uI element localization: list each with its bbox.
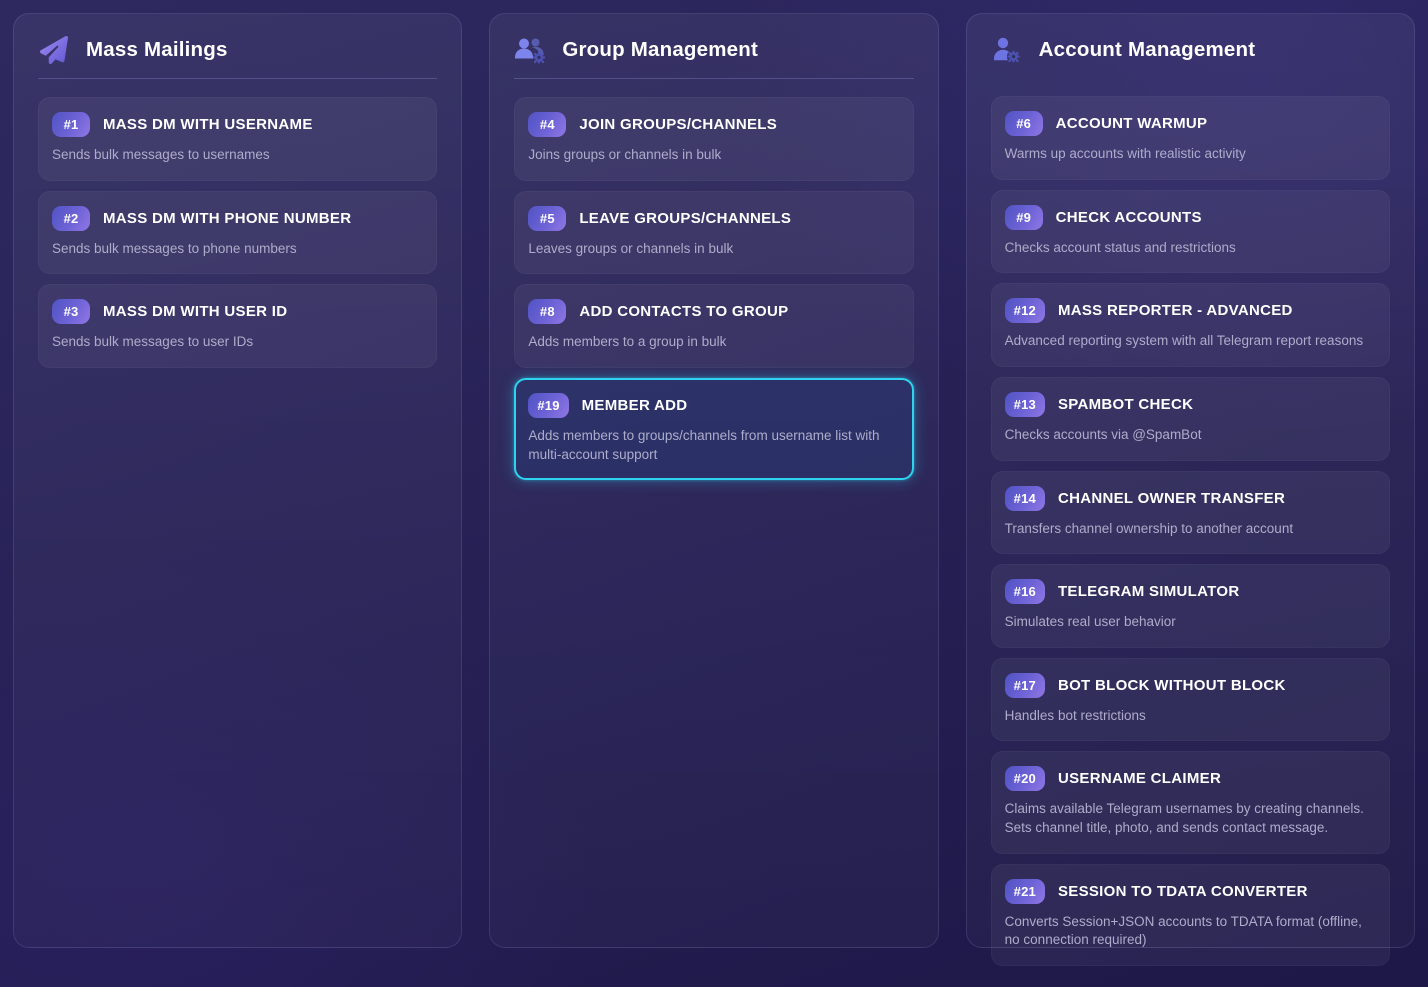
- tool-card-header: #5 LEAVE GROUPS/CHANNELS: [528, 206, 899, 231]
- tool-card-header: #17 BOT BLOCK WITHOUT BLOCK: [1005, 673, 1376, 698]
- tool-card-header: #1 MASS DM WITH USERNAME: [52, 112, 423, 137]
- tool-card[interactable]: #13 SPAMBOT CHECK Checks accounts via @S…: [991, 377, 1390, 461]
- category-panel-group-management: Group Management #4 JOIN GROUPS/CHANNELS…: [489, 13, 938, 948]
- tool-description: Simulates real user behavior: [1005, 613, 1376, 632]
- tool-card-header: #19 MEMBER ADD: [528, 393, 899, 418]
- tool-card[interactable]: #5 LEAVE GROUPS/CHANNELS Leaves groups o…: [514, 191, 913, 275]
- card-list: #1 MASS DM WITH USERNAME Sends bulk mess…: [38, 97, 437, 368]
- tool-title: LEAVE GROUPS/CHANNELS: [579, 210, 791, 227]
- tool-title: CHECK ACCOUNTS: [1056, 209, 1202, 226]
- tool-number-badge: #8: [528, 299, 566, 324]
- tool-card[interactable]: #4 JOIN GROUPS/CHANNELS Joins groups or …: [514, 97, 913, 181]
- divider: [38, 78, 437, 79]
- tool-number-badge: #2: [52, 206, 90, 231]
- tool-description: Transfers channel ownership to another a…: [1005, 520, 1376, 539]
- tool-card[interactable]: #1 MASS DM WITH USERNAME Sends bulk mess…: [38, 97, 437, 181]
- tool-description: Joins groups or channels in bulk: [528, 146, 899, 165]
- tool-number-badge: #21: [1005, 879, 1045, 904]
- user-gear-icon: [991, 36, 1023, 64]
- category-header: Group Management: [514, 36, 913, 64]
- card-list: #6 ACCOUNT WARMUP Warms up accounts with…: [991, 96, 1390, 966]
- tool-title: JOIN GROUPS/CHANNELS: [579, 116, 777, 133]
- tool-number-badge: #4: [528, 112, 566, 137]
- category-title: Mass Mailings: [86, 38, 228, 62]
- tool-card-header: #2 MASS DM WITH PHONE NUMBER: [52, 206, 423, 231]
- tool-title: ACCOUNT WARMUP: [1056, 115, 1208, 132]
- tool-description: Adds members to groups/channels from use…: [528, 427, 899, 464]
- paper-plane-icon: [38, 36, 70, 64]
- tool-description: Sends bulk messages to user IDs: [52, 333, 423, 352]
- tool-description: Claims available Telegram usernames by c…: [1005, 800, 1376, 837]
- tool-card[interactable]: #21 SESSION TO TDATA CONVERTER Converts …: [991, 864, 1390, 966]
- tool-number-badge: #17: [1005, 673, 1045, 698]
- tool-description: Leaves groups or channels in bulk: [528, 240, 899, 259]
- tool-card-header: #4 JOIN GROUPS/CHANNELS: [528, 112, 899, 137]
- category-title: Account Management: [1039, 38, 1256, 62]
- divider: [514, 78, 913, 79]
- tool-card[interactable]: #12 MASS REPORTER - ADVANCED Advanced re…: [991, 283, 1390, 367]
- tool-card[interactable]: #17 BOT BLOCK WITHOUT BLOCK Handles bot …: [991, 658, 1390, 742]
- tool-card[interactable]: #9 CHECK ACCOUNTS Checks account status …: [991, 190, 1390, 274]
- tool-description: Sends bulk messages to phone numbers: [52, 240, 423, 259]
- tool-card-header: #14 CHANNEL OWNER TRANSFER: [1005, 486, 1376, 511]
- tool-description: Checks accounts via @SpamBot: [1005, 426, 1376, 445]
- tool-description: Warms up accounts with realistic activit…: [1005, 145, 1376, 164]
- tool-number-badge: #19: [528, 393, 568, 418]
- tool-card-header: #20 USERNAME CLAIMER: [1005, 766, 1376, 791]
- tool-title: CHANNEL OWNER TRANSFER: [1058, 490, 1285, 507]
- tool-number-badge: #14: [1005, 486, 1045, 511]
- tool-card[interactable]: #8 ADD CONTACTS TO GROUP Adds members to…: [514, 284, 913, 368]
- tool-card[interactable]: #16 TELEGRAM SIMULATOR Simulates real us…: [991, 564, 1390, 648]
- tool-description: Advanced reporting system with all Teleg…: [1005, 332, 1376, 351]
- tool-number-badge: #12: [1005, 298, 1045, 323]
- users-gear-icon: [514, 36, 546, 64]
- tool-description: Converts Session+JSON accounts to TDATA …: [1005, 913, 1376, 950]
- tool-title: TELEGRAM SIMULATOR: [1058, 583, 1240, 600]
- tool-description: Handles bot restrictions: [1005, 707, 1376, 726]
- tool-number-badge: #20: [1005, 766, 1045, 791]
- tool-title: MASS DM WITH PHONE NUMBER: [103, 210, 351, 227]
- tool-title: USERNAME CLAIMER: [1058, 770, 1221, 787]
- tool-description: Checks account status and restrictions: [1005, 239, 1376, 258]
- tool-number-badge: #3: [52, 299, 90, 324]
- tool-title: SESSION TO TDATA CONVERTER: [1058, 883, 1308, 900]
- tool-card[interactable]: #19 MEMBER ADD Adds members to groups/ch…: [514, 378, 913, 480]
- tool-number-badge: #1: [52, 112, 90, 137]
- tool-title: MASS DM WITH USER ID: [103, 303, 287, 320]
- tool-number-badge: #9: [1005, 205, 1043, 230]
- tool-number-badge: #13: [1005, 392, 1045, 417]
- tool-card[interactable]: #14 CHANNEL OWNER TRANSFER Transfers cha…: [991, 471, 1390, 555]
- tool-card-header: #16 TELEGRAM SIMULATOR: [1005, 579, 1376, 604]
- tool-title: MEMBER ADD: [582, 397, 688, 414]
- tool-card[interactable]: #6 ACCOUNT WARMUP Warms up accounts with…: [991, 96, 1390, 180]
- tool-card-header: #12 MASS REPORTER - ADVANCED: [1005, 298, 1376, 323]
- tool-card-header: #8 ADD CONTACTS TO GROUP: [528, 299, 899, 324]
- tool-description: Adds members to a group in bulk: [528, 333, 899, 352]
- tool-card[interactable]: #3 MASS DM WITH USER ID Sends bulk messa…: [38, 284, 437, 368]
- tool-number-badge: #6: [1005, 111, 1043, 136]
- tool-card[interactable]: #2 MASS DM WITH PHONE NUMBER Sends bulk …: [38, 191, 437, 275]
- tool-number-badge: #5: [528, 206, 566, 231]
- tool-number-badge: #16: [1005, 579, 1045, 604]
- category-header: Account Management: [991, 36, 1390, 64]
- tool-description: Sends bulk messages to usernames: [52, 146, 423, 165]
- tool-card-header: #21 SESSION TO TDATA CONVERTER: [1005, 879, 1376, 904]
- tool-title: MASS DM WITH USERNAME: [103, 116, 313, 133]
- category-panel-account-management: Account Management #6 ACCOUNT WARMUP War…: [966, 13, 1415, 948]
- tool-card-header: #3 MASS DM WITH USER ID: [52, 299, 423, 324]
- tool-title: MASS REPORTER - ADVANCED: [1058, 302, 1293, 319]
- tool-card-header: #13 SPAMBOT CHECK: [1005, 392, 1376, 417]
- category-title: Group Management: [562, 38, 758, 62]
- tool-card-header: #9 CHECK ACCOUNTS: [1005, 205, 1376, 230]
- category-panel-mass-mailings: Mass Mailings #1 MASS DM WITH USERNAME S…: [13, 13, 462, 948]
- tool-card-header: #6 ACCOUNT WARMUP: [1005, 111, 1376, 136]
- tool-title: SPAMBOT CHECK: [1058, 396, 1193, 413]
- tool-card[interactable]: #20 USERNAME CLAIMER Claims available Te…: [991, 751, 1390, 853]
- tool-title: ADD CONTACTS TO GROUP: [579, 303, 788, 320]
- category-header: Mass Mailings: [38, 36, 437, 64]
- tool-dashboard: Mass Mailings #1 MASS DM WITH USERNAME S…: [0, 0, 1428, 961]
- card-list: #4 JOIN GROUPS/CHANNELS Joins groups or …: [514, 97, 913, 480]
- tool-title: BOT BLOCK WITHOUT BLOCK: [1058, 677, 1286, 694]
